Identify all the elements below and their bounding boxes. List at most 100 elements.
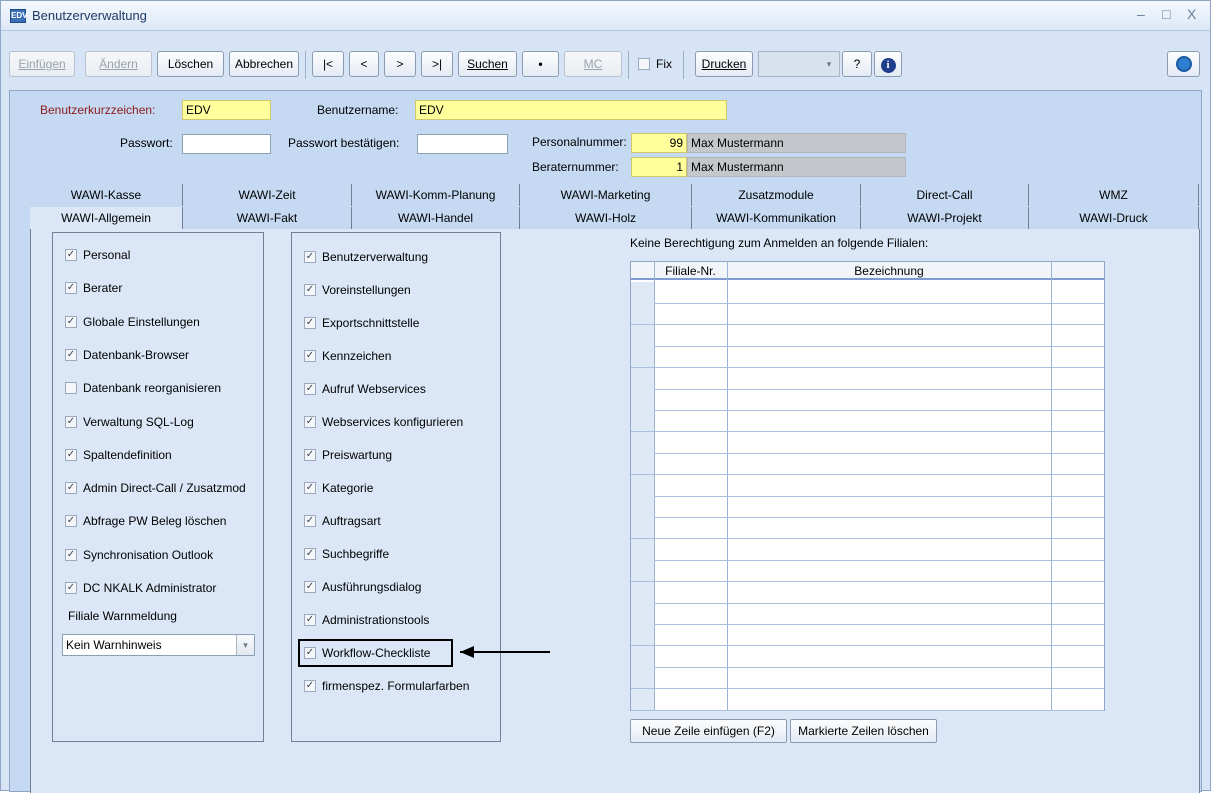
checkbox[interactable]: ✓: [65, 448, 77, 461]
markierte-zeilen-loeschen-button[interactable]: Markierte Zeilen löschen: [790, 719, 937, 743]
tab-zusatzmodule[interactable]: Zusatzmodule: [692, 184, 861, 206]
benutzername-field[interactable]: EDV: [415, 100, 727, 120]
tab-wawi-zeit[interactable]: WAWI-Zeit: [183, 184, 352, 206]
close-icon[interactable]: X: [1187, 6, 1196, 22]
checkbox[interactable]: ✓: [304, 515, 316, 527]
maximize-icon[interactable]: □: [1162, 6, 1170, 22]
grid-column-line: [654, 262, 655, 710]
checkbox[interactable]: ✓: [65, 282, 77, 295]
checkbox[interactable]: ✓: [304, 482, 316, 494]
row-selector[interactable]: [631, 645, 654, 667]
row-selector[interactable]: [631, 581, 654, 603]
checkbox[interactable]: [65, 382, 77, 395]
help-circle-button[interactable]: [1167, 51, 1200, 77]
tab-wawi-holz[interactable]: WAWI-Holz: [520, 207, 692, 229]
row-selector[interactable]: [631, 688, 654, 710]
row-selector[interactable]: [631, 538, 654, 560]
row-selector[interactable]: [631, 624, 654, 646]
row-selector[interactable]: [631, 410, 654, 432]
minimize-icon[interactable]: –: [1137, 6, 1145, 22]
row-selector[interactable]: [631, 517, 654, 539]
row-selector[interactable]: [631, 324, 654, 346]
checkbox-label: Voreinstellungen: [322, 283, 411, 297]
checkbox[interactable]: ✓: [304, 284, 316, 296]
einfuegen-button[interactable]: Einfügen: [9, 51, 75, 77]
beraternummer-field[interactable]: 1: [631, 157, 687, 177]
app-icon: EDV: [10, 9, 27, 23]
checkbox-label: Aufruf Webservices: [322, 382, 426, 396]
passwort-field[interactable]: [182, 134, 271, 154]
checkbox-label: Benutzerverwaltung: [322, 250, 429, 264]
checkbox[interactable]: ✓: [65, 348, 77, 361]
row-selector[interactable]: [631, 667, 654, 689]
row-selector[interactable]: [631, 346, 654, 368]
loeschen-button[interactable]: Löschen: [157, 51, 224, 77]
help-button[interactable]: ?: [842, 51, 872, 77]
checkbox[interactable]: ✓: [304, 614, 316, 626]
checkbox[interactable]: ✓: [65, 548, 77, 561]
info-button[interactable]: i: [874, 51, 902, 77]
tab-direct-call[interactable]: Direct-Call: [861, 184, 1029, 206]
row-selector[interactable]: [631, 367, 654, 389]
checkbox[interactable]: ✓: [304, 251, 316, 263]
column-header-bezeichnung[interactable]: Bezeichnung: [727, 262, 1051, 280]
first-record-button[interactable]: |<: [312, 51, 344, 77]
tab-wawi-handel[interactable]: WAWI-Handel: [352, 207, 520, 229]
row-selector[interactable]: [631, 603, 654, 624]
last-record-button[interactable]: >|: [421, 51, 453, 77]
tab-wawi-komm-planung[interactable]: WAWI-Komm-Planung: [352, 184, 520, 206]
passwort-bestaetigen-field[interactable]: [417, 134, 508, 154]
drucken-button[interactable]: Drucken: [695, 51, 753, 77]
filiale-warnmeldung-select[interactable]: Kein Warnhinweis ▾: [62, 634, 255, 656]
tab-wawi-allgemein[interactable]: WAWI-Allgemein: [30, 207, 183, 229]
checkbox[interactable]: ✓: [65, 582, 77, 594]
checkbox[interactable]: ✓: [65, 515, 77, 528]
suchen-button[interactable]: Suchen: [458, 51, 517, 77]
column-header-filiale-nr[interactable]: Filiale-Nr.: [654, 262, 727, 280]
benutzername-label: Benutzername:: [317, 103, 399, 117]
row-selector[interactable]: [631, 282, 654, 303]
checkbox[interactable]: ✓: [65, 482, 77, 495]
checkbox[interactable]: ✓: [65, 315, 77, 328]
next-record-button[interactable]: >: [384, 51, 416, 77]
drucken-select[interactable]: ▾: [758, 51, 840, 77]
tab-wawi-projekt[interactable]: WAWI-Projekt: [861, 207, 1029, 229]
filialen-table[interactable]: Filiale-Nr. Bezeichnung: [630, 261, 1105, 711]
checkbox[interactable]: ✓: [304, 350, 316, 362]
aendern-button[interactable]: Ändern: [85, 51, 152, 77]
checkbox[interactable]: ✓: [65, 249, 77, 261]
tab-wawi-kasse[interactable]: WAWI-Kasse: [30, 184, 183, 206]
checkbox[interactable]: ✓: [304, 680, 316, 692]
table-row: [631, 581, 1104, 583]
benutzerkurzzeichen-field[interactable]: EDV: [182, 100, 271, 120]
row-selector[interactable]: [631, 474, 654, 496]
table-row: [631, 688, 1104, 690]
tab-wawi-druck[interactable]: WAWI-Druck: [1029, 207, 1199, 229]
row-selector[interactable]: [631, 453, 654, 475]
tab-wmz[interactable]: WMZ: [1029, 184, 1199, 206]
dot-button[interactable]: •: [522, 51, 559, 77]
row-selector[interactable]: [631, 560, 654, 582]
checkbox[interactable]: ✓: [65, 415, 77, 428]
checkbox[interactable]: ✓: [304, 548, 316, 560]
checkbox[interactable]: ✓: [304, 317, 316, 329]
checkbox[interactable]: ✓: [304, 383, 316, 395]
checkbox-label: Preiswartung: [322, 448, 393, 462]
checkbox[interactable]: ✓: [304, 449, 316, 461]
tab-wawi-kommunikation[interactable]: WAWI-Kommunikation: [692, 207, 861, 229]
tab-wawi-marketing[interactable]: WAWI-Marketing: [520, 184, 692, 206]
tab-wawi-fakt[interactable]: WAWI-Fakt: [183, 207, 352, 229]
neue-zeile-button[interactable]: Neue Zeile einfügen (F2): [630, 719, 787, 743]
fix-checkbox[interactable]: [638, 58, 650, 70]
row-selector[interactable]: [631, 303, 654, 325]
checkbox[interactable]: ✓: [304, 581, 316, 593]
prev-record-button[interactable]: <: [349, 51, 379, 77]
abbrechen-button[interactable]: Abbrechen: [229, 51, 299, 77]
row-selector[interactable]: [631, 431, 654, 453]
personalnummer-field[interactable]: 99: [631, 133, 687, 153]
checkbox[interactable]: ✓: [304, 416, 316, 428]
row-selector[interactable]: [631, 389, 654, 410]
mc-button[interactable]: MC: [564, 51, 622, 77]
chevron-down-icon[interactable]: ▾: [236, 635, 254, 655]
row-selector[interactable]: [631, 496, 654, 517]
